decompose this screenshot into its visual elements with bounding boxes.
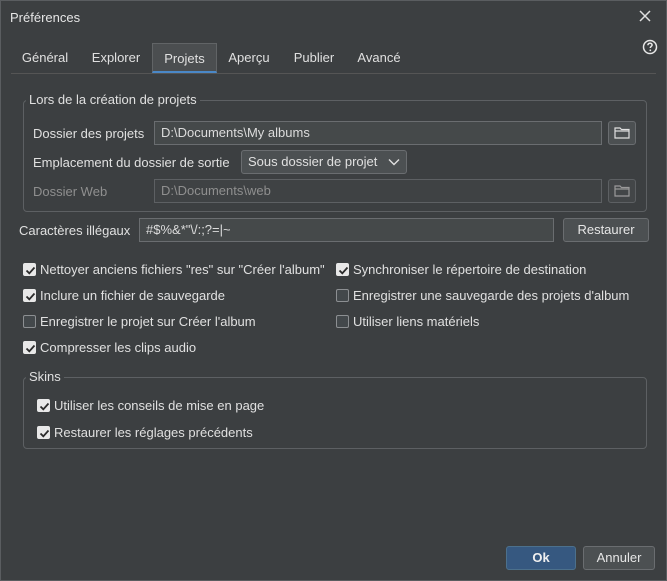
- illegal-chars-label: Caractères illégaux: [19, 223, 131, 238]
- tab-avance[interactable]: Avancé: [348, 43, 410, 73]
- web-folder-input[interactable]: D:\Documents\web: [154, 179, 602, 203]
- skins-option-layout-hints[interactable]: Utiliser les conseils de mise en page: [37, 396, 264, 414]
- option-sync-destination[interactable]: Synchroniser le répertoire de destinatio…: [336, 260, 586, 278]
- output-location-select[interactable]: Sous dossier de projet: [241, 150, 407, 174]
- tab-divider: [11, 73, 656, 74]
- folder-icon: [614, 185, 630, 197]
- tab-general[interactable]: Général: [11, 43, 79, 73]
- output-location-label: Emplacement du dossier de sortie: [33, 155, 230, 170]
- option-label: Restaurer les réglages précédents: [54, 424, 253, 440]
- tab-projets[interactable]: Projets: [152, 43, 217, 73]
- checkbox[interactable]: [23, 288, 36, 302]
- option-label: Synchroniser le répertoire de destinatio…: [353, 261, 587, 277]
- option-clean-res[interactable]: Nettoyer anciens fichiers "res" sur "Cré…: [23, 260, 325, 278]
- output-location-value: Sous dossier de projet: [248, 154, 378, 169]
- close-icon[interactable]: [636, 7, 654, 25]
- option-label: Utiliser les conseils de mise en page: [54, 397, 265, 413]
- option-label: Utiliser liens matériels: [353, 313, 480, 329]
- option-save-project-on-create[interactable]: Enregistrer le projet sur Créer l'album: [23, 312, 256, 330]
- checkbox[interactable]: [37, 425, 50, 439]
- skins-option-restore-settings[interactable]: Restaurer les réglages précédents: [37, 423, 253, 441]
- checkbox[interactable]: [336, 262, 349, 276]
- skins-group-title: Skins: [26, 369, 64, 384]
- project-folder-input[interactable]: D:\Documents\My albums: [154, 121, 602, 145]
- checkbox[interactable]: [336, 288, 349, 302]
- option-label: Inclure un fichier de sauvegarde: [40, 287, 226, 303]
- project-folder-label: Dossier des projets: [33, 126, 145, 141]
- restore-button[interactable]: Restaurer: [563, 218, 649, 242]
- option-hard-links[interactable]: Utiliser liens matériels: [336, 312, 479, 330]
- tab-explorer[interactable]: Explorer: [81, 43, 151, 73]
- option-compress-audio[interactable]: Compresser les clips audio: [23, 338, 196, 356]
- window-title: Préférences: [10, 10, 81, 25]
- tab-apercu[interactable]: Aperçu: [219, 43, 279, 73]
- web-folder-browse-button[interactable]: [608, 179, 636, 203]
- checkbox[interactable]: [23, 262, 36, 276]
- option-label: Enregistrer une sauvegarde des projets d…: [353, 287, 630, 303]
- tab-publier[interactable]: Publier: [283, 43, 345, 73]
- option-save-album-backup[interactable]: Enregistrer une sauvegarde des projets d…: [336, 286, 629, 304]
- chevron-down-icon: [388, 159, 400, 166]
- checkbox[interactable]: [336, 314, 349, 328]
- checkbox[interactable]: [23, 340, 36, 354]
- web-folder-label: Dossier Web: [33, 184, 108, 199]
- help-icon[interactable]: [642, 39, 658, 55]
- option-include-backup[interactable]: Inclure un fichier de sauvegarde: [23, 286, 225, 304]
- option-label: Nettoyer anciens fichiers "res" sur "Cré…: [40, 261, 325, 277]
- illegal-chars-input[interactable]: #$%&*"\/:;?=|~: [139, 218, 554, 242]
- folder-icon: [614, 127, 630, 139]
- checkbox[interactable]: [23, 314, 36, 328]
- title-bar: Préférences: [1, 1, 666, 33]
- option-label: Enregistrer le projet sur Créer l'album: [40, 313, 256, 329]
- checkbox[interactable]: [37, 398, 50, 412]
- cancel-button[interactable]: Annuler: [583, 546, 655, 570]
- creation-group-title: Lors de la création de projets: [26, 92, 200, 107]
- ok-button[interactable]: Ok: [506, 546, 576, 570]
- preferences-dialog: Préférences Général Explorer Projets Ape…: [0, 0, 667, 581]
- option-label: Compresser les clips audio: [40, 339, 197, 355]
- project-folder-browse-button[interactable]: [608, 121, 636, 145]
